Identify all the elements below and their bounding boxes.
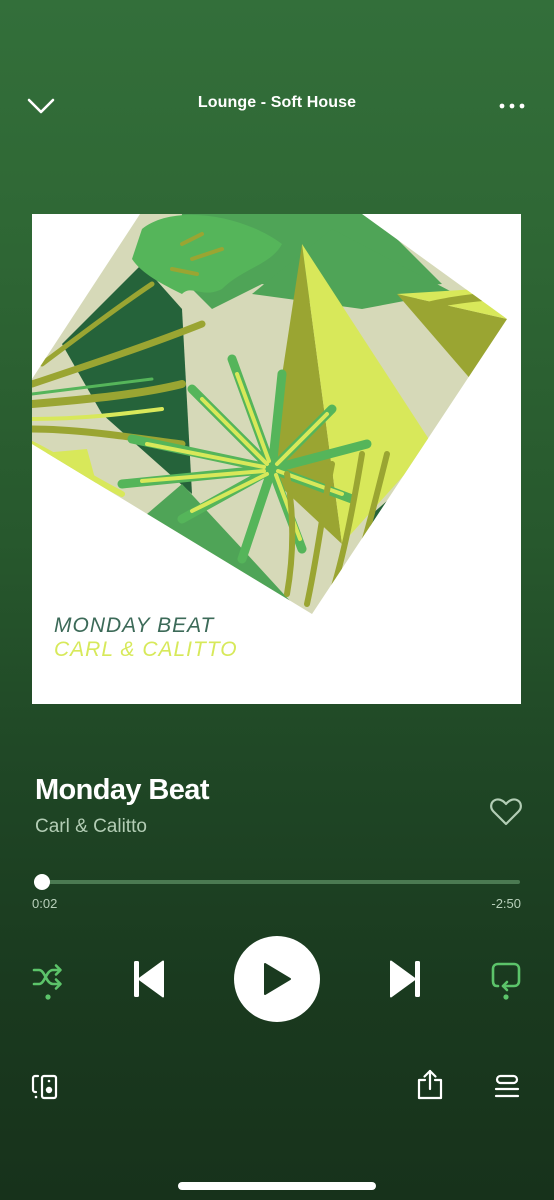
remaining-time: -2:50 (491, 896, 521, 911)
share-icon (417, 1069, 443, 1100)
playlist-context-title: Lounge - Soft House (197, 94, 357, 111)
more-horizontal-icon (499, 103, 525, 109)
shuffle-button[interactable] (26, 955, 70, 1007)
album-artwork: MONDAY BEAT CARL & CALITTO (32, 214, 521, 704)
shuffle-active-dot (45, 994, 51, 1000)
repeat-icon (491, 962, 521, 1000)
elapsed-time: 0:02 (32, 896, 58, 911)
play-icon (264, 963, 291, 995)
heart-outline-icon (490, 798, 522, 826)
connect-devices-button[interactable] (28, 1070, 62, 1104)
artwork-artist-text: CARL & CALITTO (54, 638, 238, 661)
progress-scrubber-handle[interactable] (34, 874, 50, 890)
play-button[interactable] (234, 936, 320, 1022)
connect-devices-icon (31, 1074, 58, 1100)
repeat-active-dot (503, 994, 509, 1000)
next-track-button[interactable] (382, 956, 428, 1002)
track-artist[interactable]: Carl & Calitto (35, 816, 147, 838)
track-title[interactable]: Monday Beat (35, 774, 209, 807)
more-options-button[interactable] (490, 92, 534, 120)
previous-track-button[interactable] (126, 956, 172, 1002)
queue-icon (494, 1074, 520, 1098)
share-button[interactable] (413, 1066, 447, 1104)
progress-bar[interactable] (34, 880, 520, 884)
repeat-button[interactable] (484, 955, 528, 1007)
home-indicator[interactable] (178, 1182, 376, 1190)
shuffle-icon (32, 964, 62, 1000)
skip-next-icon (390, 960, 420, 998)
skip-previous-icon (134, 960, 164, 998)
like-button[interactable] (484, 790, 528, 834)
artwork-title-text: MONDAY BEAT (54, 614, 215, 637)
queue-button[interactable] (490, 1070, 524, 1104)
